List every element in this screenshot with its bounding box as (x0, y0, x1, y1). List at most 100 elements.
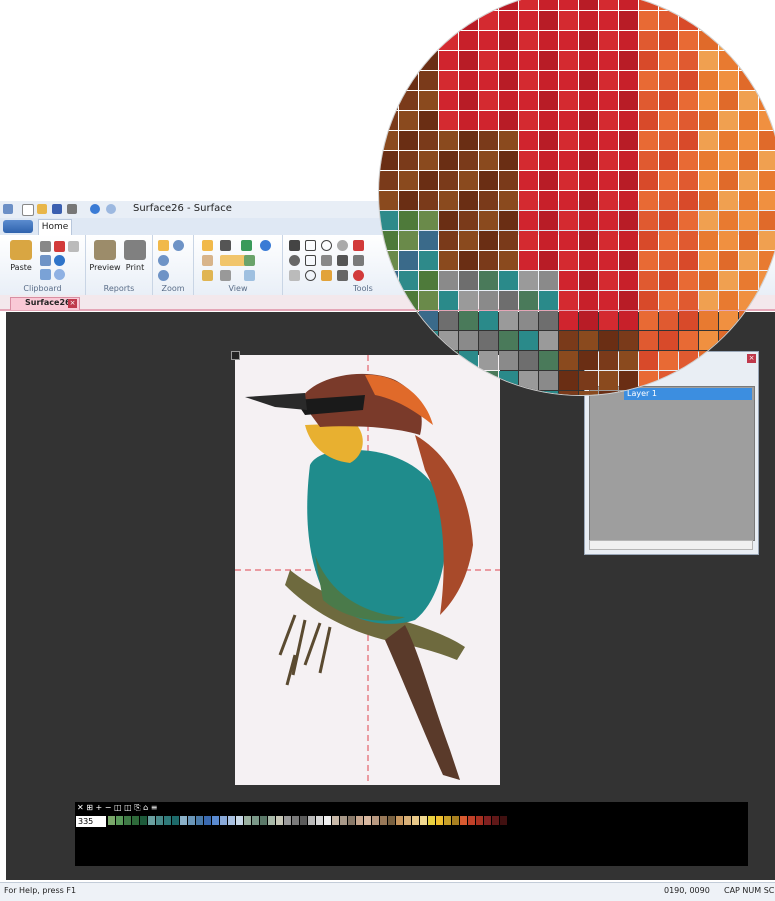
rectangle-select-icon[interactable] (305, 240, 316, 251)
print-button[interactable]: Print (122, 263, 148, 272)
info-icon[interactable] (353, 270, 364, 281)
save-icon[interactable] (52, 204, 62, 214)
palette-swatch[interactable] (116, 816, 123, 825)
redo-icon[interactable] (106, 204, 116, 214)
palette-swatch[interactable] (212, 816, 219, 825)
document-close-icon[interactable]: × (68, 299, 77, 308)
palette-grid-icon[interactable] (220, 270, 231, 281)
palette-swatch[interactable] (396, 816, 403, 825)
eyedropper-icon[interactable] (353, 255, 364, 266)
palette-swatch[interactable] (332, 816, 339, 825)
palette-swatch[interactable] (348, 816, 355, 825)
palette-swatch[interactable] (220, 816, 227, 825)
palette-value-field[interactable]: 335 (76, 816, 106, 827)
palette-swatch[interactable] (356, 816, 363, 825)
copy-special-icon[interactable] (68, 241, 79, 252)
application-button[interactable] (3, 220, 33, 233)
zoom-fit-icon[interactable] (158, 240, 169, 251)
rectangle-icon[interactable] (305, 255, 316, 266)
image-icon[interactable] (244, 255, 255, 266)
palette-swatch[interactable] (180, 816, 187, 825)
palette-swatch[interactable] (236, 816, 243, 825)
redo-small-icon[interactable] (54, 269, 65, 280)
ellipse-select-icon[interactable] (321, 240, 332, 251)
palette-swatch[interactable] (444, 816, 451, 825)
palette-swatch[interactable] (284, 816, 291, 825)
palette-swatch[interactable] (300, 816, 307, 825)
palette-swatch[interactable] (268, 816, 275, 825)
palette-swatch[interactable] (492, 816, 499, 825)
palette-swatch[interactable] (340, 816, 347, 825)
copy-icon[interactable] (40, 255, 51, 266)
palette-swatch[interactable] (412, 816, 419, 825)
palette-swatch[interactable] (292, 816, 299, 825)
pan-hand-icon[interactable] (202, 255, 213, 266)
pin-icon[interactable] (289, 255, 300, 266)
palette-swatch[interactable] (260, 816, 267, 825)
palette-swatch[interactable] (148, 816, 155, 825)
stamp-icon[interactable] (337, 270, 348, 281)
ellipse-icon[interactable] (305, 270, 316, 281)
freehand-icon[interactable] (321, 255, 332, 266)
zoom-in-icon[interactable] (158, 255, 169, 266)
palette-swatch[interactable] (476, 816, 483, 825)
app-menu-icon[interactable] (3, 204, 13, 214)
palette-swatch[interactable] (484, 816, 491, 825)
zoom-icon[interactable] (173, 240, 184, 251)
color-replace-icon[interactable] (353, 240, 364, 251)
palette-swatch[interactable] (308, 816, 315, 825)
open-icon[interactable] (37, 204, 47, 214)
pencil-icon[interactable] (321, 270, 332, 281)
canvas-resize-handle[interactable] (231, 351, 240, 360)
format-icon[interactable] (40, 269, 51, 280)
palette-swatch[interactable] (228, 816, 235, 825)
palette-toolbar[interactable]: ✕ ⊞ + − ◫ ◫ ⎘ ⌂ ≡ (77, 803, 157, 813)
palette-swatch[interactable] (372, 816, 379, 825)
line-icon[interactable] (289, 270, 300, 281)
grid-view-icon[interactable] (202, 240, 213, 251)
delete-icon[interactable] (54, 241, 65, 252)
palette-swatch[interactable] (252, 816, 259, 825)
palette-swatch[interactable] (276, 816, 283, 825)
palette-swatch[interactable] (196, 816, 203, 825)
cut-icon[interactable] (40, 241, 51, 252)
pattern-canvas[interactable] (235, 355, 500, 785)
palette-swatch[interactable] (132, 816, 139, 825)
select-arrow-icon[interactable] (289, 240, 300, 251)
palette-swatch[interactable] (244, 816, 251, 825)
fill-bucket-icon[interactable] (337, 255, 348, 266)
paste-button[interactable]: Paste (6, 263, 36, 272)
palette-swatch[interactable] (364, 816, 371, 825)
layers-horizontal-scrollbar[interactable] (589, 540, 753, 550)
layers-icon[interactable] (244, 270, 255, 281)
palette-swatch[interactable] (316, 816, 323, 825)
palette-swatch[interactable] (324, 816, 331, 825)
palette-swatch[interactable] (468, 816, 475, 825)
folder-icon[interactable] (202, 270, 213, 281)
preview-icon[interactable] (94, 240, 116, 260)
palette-swatch[interactable] (436, 816, 443, 825)
undo-small-icon[interactable] (54, 255, 65, 266)
palette-swatch[interactable] (108, 816, 115, 825)
preview-button[interactable]: Preview (88, 263, 122, 272)
lasso-icon[interactable] (337, 240, 348, 251)
palette-swatch[interactable] (452, 816, 459, 825)
palette-swatch[interactable] (172, 816, 179, 825)
palette-swatch[interactable] (140, 816, 147, 825)
palette-swatch[interactable] (156, 816, 163, 825)
palette-swatches[interactable] (108, 816, 508, 825)
refresh-icon[interactable] (260, 240, 271, 251)
palette-swatch[interactable] (388, 816, 395, 825)
print-icon[interactable] (67, 204, 77, 214)
palette-swatch[interactable] (460, 816, 467, 825)
palette-swatch[interactable] (404, 816, 411, 825)
palette-swatch[interactable] (500, 816, 507, 825)
paste-icon[interactable] (10, 240, 32, 260)
palette-swatch[interactable] (380, 816, 387, 825)
palette-swatch[interactable] (124, 816, 131, 825)
palette-swatch[interactable] (420, 816, 427, 825)
center-icon[interactable] (241, 240, 252, 251)
zoom-out-icon[interactable] (158, 270, 169, 281)
symbols-icon[interactable] (220, 240, 231, 251)
palette-swatch[interactable] (188, 816, 195, 825)
